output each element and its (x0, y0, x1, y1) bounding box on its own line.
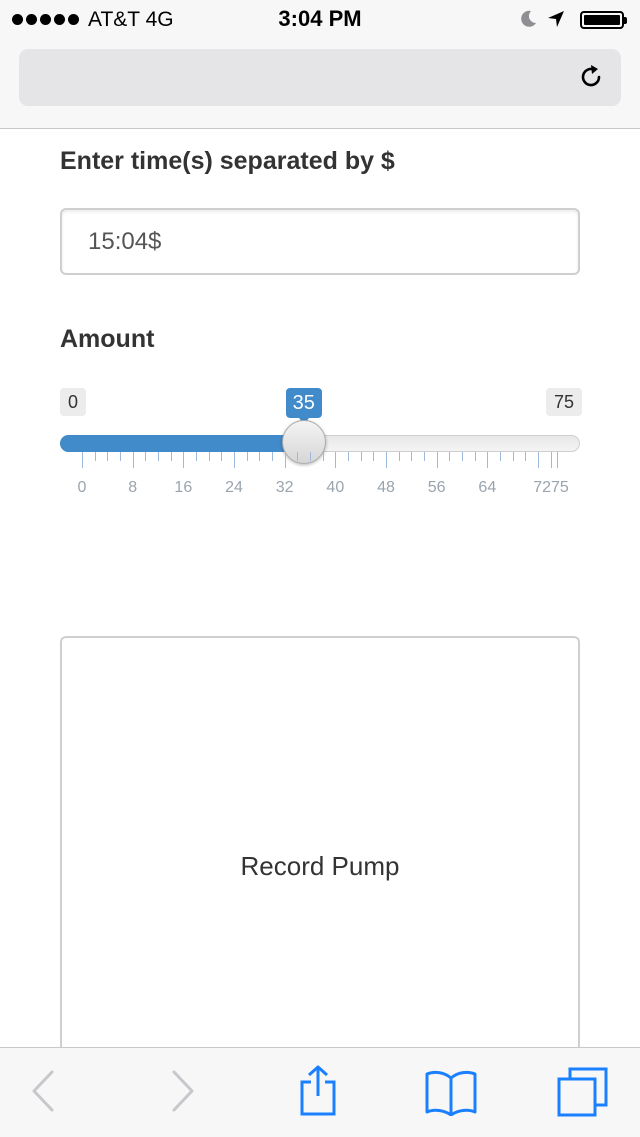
amount-label: Amount (60, 325, 155, 353)
slider-minor-tick (512, 452, 514, 461)
back-icon[interactable] (30, 1068, 56, 1114)
slider-minor-tick (221, 452, 223, 461)
slider-minor-tick (411, 452, 413, 461)
forward-icon[interactable] (170, 1068, 196, 1114)
browser-top-bar: AT&T 4G 3:04 PM (0, 0, 640, 129)
moon-icon (521, 10, 536, 27)
slider-major-tick (550, 452, 552, 468)
slider-minor-tick (272, 452, 273, 461)
slider-value-label: 35 (285, 388, 322, 424)
slider-minor-tick (246, 452, 248, 461)
slider-minor-tick (474, 452, 476, 461)
slider-minor-tick (360, 452, 362, 461)
slider-fill (60, 435, 304, 452)
reload-icon[interactable] (577, 63, 605, 91)
times-label: Enter time(s) separated by $ (60, 147, 395, 175)
slider-minor-tick (145, 452, 147, 461)
slider-minor-tick (107, 452, 109, 461)
record-pump-button[interactable]: Record Pump (60, 636, 580, 1096)
slider-minor-tick (424, 452, 425, 461)
slider-major-tick (183, 452, 185, 468)
slider-min-label: 0 (60, 388, 87, 416)
slider-major-tick (284, 452, 286, 468)
bookmarks-icon[interactable] (424, 1068, 478, 1116)
share-icon[interactable] (298, 1064, 338, 1118)
slider-minor-tick (462, 452, 463, 461)
slider-max-label: 75 (546, 388, 583, 416)
slider-grid-label: 16 (174, 479, 193, 496)
slider-minor-tick (208, 452, 210, 461)
slider-grid (0, 452, 640, 472)
slider-minor-tick (500, 452, 501, 461)
status-time: 3:04 PM (278, 6, 362, 31)
slider-minor-tick (348, 452, 349, 461)
status-bar: AT&T 4G 3:04 PM (0, 0, 640, 40)
slider-major-tick (386, 452, 387, 468)
slider-grid-label: 40 (326, 479, 345, 496)
url-bar[interactable] (19, 49, 621, 106)
slider-grid-label: 7275 (533, 479, 569, 496)
slider-minor-tick (525, 452, 527, 461)
slider-minor-tick (120, 452, 121, 461)
slider-minor-tick (322, 452, 324, 461)
slider-grid-label: 64 (478, 479, 497, 496)
slider-grid-label: 32 (275, 479, 294, 496)
battery-icon (580, 11, 627, 29)
tabs-icon[interactable] (556, 1066, 610, 1118)
slider-minor-tick (170, 452, 172, 461)
slider-grid-label: 56 (427, 479, 446, 496)
slider-minor-tick (373, 452, 375, 461)
slider-minor-tick (94, 452, 96, 461)
slider-minor-tick (398, 452, 400, 461)
slider-minor-tick (158, 452, 159, 461)
slider-minor-tick (196, 452, 197, 461)
slider-minor-tick (259, 452, 261, 461)
slider-major-tick (436, 452, 438, 468)
location-arrow-icon (548, 11, 564, 27)
slider-minor-tick (449, 452, 451, 461)
slider-major-tick (487, 452, 489, 468)
slider-grid-label: 48 (377, 479, 395, 496)
times-input[interactable] (60, 208, 580, 275)
slider-grid-label: 0 (77, 479, 87, 496)
slider-grid-label: 24 (225, 479, 243, 496)
slider-minor-tick (297, 452, 299, 461)
browser-toolbar (0, 1047, 640, 1137)
slider-major-tick (557, 452, 558, 468)
slider-major-tick (234, 452, 235, 468)
slider-grid-label: 8 (128, 479, 138, 496)
slider-major-tick (538, 452, 539, 468)
slider-major-tick (132, 452, 134, 468)
slider-major-tick (82, 452, 83, 468)
slider-minor-tick (310, 452, 311, 461)
slider-major-tick (335, 452, 337, 468)
